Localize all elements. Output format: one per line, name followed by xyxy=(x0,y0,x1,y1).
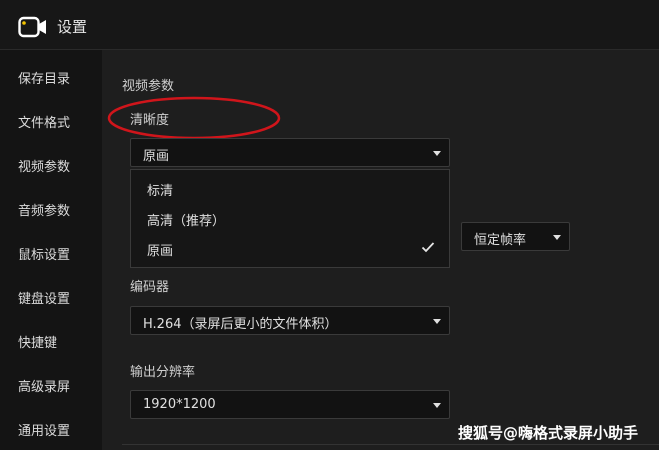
option-label: 标清 xyxy=(147,184,174,199)
settings-sidebar: 保存目录 文件格式 视频参数 音频参数 鼠标设置 键盘设置 快捷键 高级录屏 通… xyxy=(0,50,102,450)
clarity-option-original[interactable]: 原画 xyxy=(131,233,449,263)
sidebar-item-file-format[interactable]: 文件格式 xyxy=(18,112,70,131)
clarity-option-hd[interactable]: 高清（推荐） xyxy=(131,203,449,233)
chevron-down-icon xyxy=(433,403,441,408)
camera-icon xyxy=(18,16,46,38)
window-title: 设置 xyxy=(57,18,88,36)
divider xyxy=(122,444,659,445)
resolution-select[interactable]: 1920*1200 xyxy=(130,390,450,419)
resolution-label: 输出分辨率 xyxy=(130,365,196,380)
sidebar-item-shortcuts[interactable]: 快捷键 xyxy=(18,332,57,351)
watermark-text: 搜狐号@嗨格式录屏小助手 xyxy=(458,424,639,442)
clarity-dropdown-menu: 标清 高清（推荐） 原画 xyxy=(130,169,450,268)
option-label: 高清（推荐） xyxy=(147,214,226,229)
chevron-down-icon xyxy=(553,235,561,240)
sidebar-item-video-params[interactable]: 视频参数 xyxy=(18,156,70,175)
clarity-select[interactable]: 原画 xyxy=(130,138,450,167)
encoder-select-value: H.264（录屏后更小的文件体积） xyxy=(143,317,338,332)
sidebar-item-audio-params[interactable]: 音频参数 xyxy=(18,200,70,219)
sidebar-item-save-directory[interactable]: 保存目录 xyxy=(18,68,70,87)
sidebar-item-advanced-recording[interactable]: 高级录屏 xyxy=(18,376,70,395)
section-title: 视频参数 xyxy=(122,79,175,94)
sidebar-item-mouse-settings[interactable]: 鼠标设置 xyxy=(18,244,70,263)
option-label: 原画 xyxy=(147,244,174,259)
annotation-ellipse xyxy=(107,96,281,140)
settings-main-panel: 视频参数 清晰度 原画 标清 高清（推荐） 原画 恒定帧率 编码器 H.264（… xyxy=(102,50,659,450)
framerate-mode-value: 恒定帧率 xyxy=(474,233,527,248)
chevron-down-icon xyxy=(433,319,441,324)
encoder-select[interactable]: H.264（录屏后更小的文件体积） xyxy=(130,306,450,335)
framerate-mode-select[interactable]: 恒定帧率 xyxy=(461,222,570,251)
checkmark-icon xyxy=(421,242,435,253)
clarity-option-sd[interactable]: 标清 xyxy=(131,173,449,203)
clarity-select-value: 原画 xyxy=(143,149,170,164)
title-bar: 设置 xyxy=(0,0,659,50)
resolution-select-value: 1920*1200 xyxy=(143,397,216,412)
sidebar-item-keyboard-settings[interactable]: 键盘设置 xyxy=(18,288,70,307)
chevron-down-icon xyxy=(433,151,441,156)
sidebar-item-general-settings[interactable]: 通用设置 xyxy=(18,420,70,439)
encoder-label: 编码器 xyxy=(130,280,170,295)
